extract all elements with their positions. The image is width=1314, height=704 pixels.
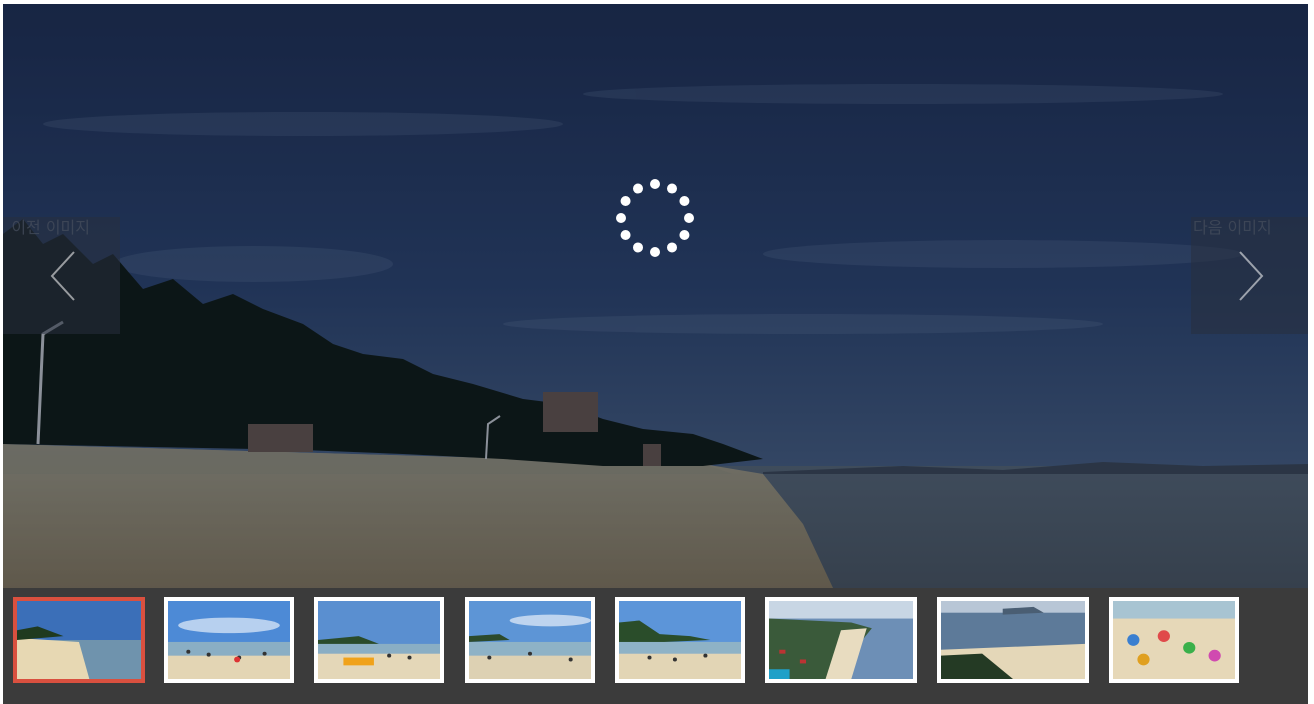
thumbnail-image: [17, 601, 141, 679]
thumbnail-5[interactable]: [615, 597, 745, 683]
thumbnail-2[interactable]: [164, 597, 294, 683]
thumbnail-4[interactable]: [465, 597, 595, 683]
main-image-stage: 이전 이미지 다음 이미지: [3, 4, 1308, 588]
thumbnail-image: [168, 601, 290, 679]
thumbnail-6[interactable]: [765, 597, 917, 683]
next-image-label: 다음 이미지: [1193, 218, 1272, 237]
spinner-dot: [667, 183, 677, 194]
spinner-dot: [679, 230, 690, 240]
prev-image-label: 이전 이미지: [11, 218, 90, 237]
spinner-dot: [679, 196, 690, 206]
next-image-button[interactable]: 다음 이미지: [1191, 217, 1308, 334]
loading-overlay: [3, 4, 1308, 588]
spinner-dot: [620, 196, 631, 206]
chevron-right-icon: [1239, 251, 1264, 301]
thumbnail-image: [1113, 601, 1235, 679]
spinner-dot: [616, 213, 626, 223]
thumbnail-image: [469, 601, 591, 679]
thumbnail-3[interactable]: [314, 597, 444, 683]
thumbnail-image: [318, 601, 440, 679]
thumbnail-8[interactable]: [1109, 597, 1239, 683]
spinner-dot: [667, 242, 677, 253]
spinner-dot: [650, 247, 660, 257]
spinner-dot: [620, 230, 631, 240]
thumbnail-1[interactable]: [13, 597, 145, 683]
thumbnail-7[interactable]: [937, 597, 1089, 683]
spinner-dot: [650, 179, 660, 189]
spinner-dot: [633, 242, 643, 253]
thumbnail-image: [941, 601, 1085, 679]
chevron-left-icon: [50, 251, 75, 301]
spinner-dot: [684, 213, 694, 223]
thumbnail-image: [619, 601, 741, 679]
thumbnail-image: [769, 601, 913, 679]
loading-spinner-icon: [616, 179, 694, 257]
image-gallery: 이전 이미지 다음 이미지: [3, 4, 1308, 704]
spinner-dot: [633, 183, 643, 194]
thumbnail-strip: [3, 588, 1308, 704]
prev-image-button[interactable]: 이전 이미지: [3, 217, 120, 334]
